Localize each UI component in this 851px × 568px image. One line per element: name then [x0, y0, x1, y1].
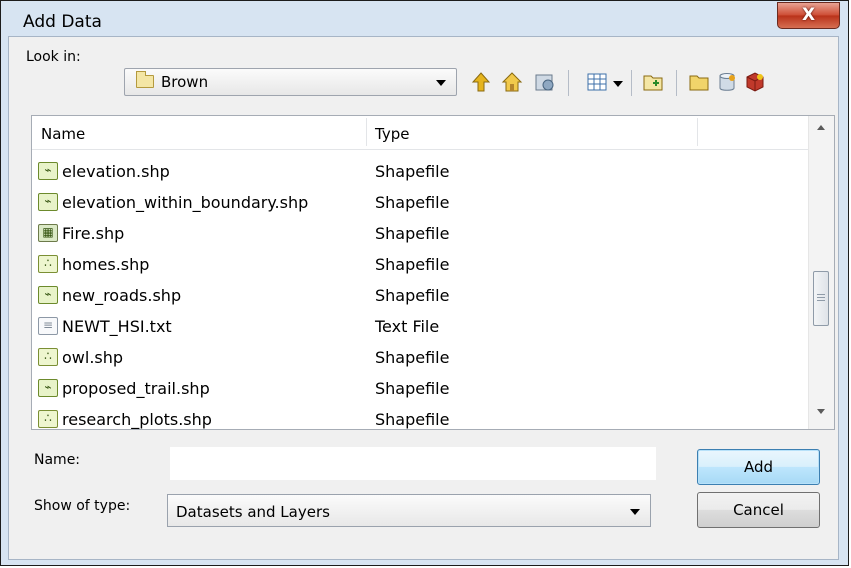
column-header-type[interactable]: Type	[375, 125, 409, 143]
text-file-icon: ≡	[38, 317, 58, 335]
file-name: elevation.shp	[62, 162, 170, 181]
close-button[interactable]: X	[777, 2, 840, 29]
scroll-down-icon[interactable]	[817, 409, 825, 414]
close-icon: X	[801, 5, 816, 25]
scroll-up-icon[interactable]	[817, 125, 825, 130]
file-name: elevation_within_boundary.shp	[62, 193, 309, 212]
file-type: Text File	[375, 317, 440, 336]
toolbar-divider	[676, 70, 677, 96]
name-label: Name:	[34, 452, 81, 468]
file-type: Shapefile	[375, 286, 450, 305]
new-personal-gdb-icon[interactable]	[743, 70, 767, 94]
list-item[interactable]: ∴ owl.shp Shapefile	[38, 345, 558, 373]
dialog-title: Add Data	[23, 12, 102, 32]
toolbar-divider	[631, 70, 632, 96]
point-shapefile-icon: ∴	[38, 348, 58, 366]
polyline-shapefile-icon: ⌁	[38, 193, 58, 211]
show-of-type-dropdown[interactable]: Datasets and Layers	[167, 494, 651, 527]
add-button[interactable]: Add	[697, 449, 820, 485]
look-in-label: Look in:	[26, 49, 81, 65]
grip-line	[817, 294, 825, 295]
column-header-name[interactable]: Name	[41, 125, 85, 143]
list-item[interactable]: ≡ NEWT_HSI.txt Text File	[38, 314, 558, 342]
list-header: Name Type	[32, 116, 808, 150]
polygon-shapefile-icon: ▦	[38, 224, 58, 242]
chevron-down-icon[interactable]	[436, 80, 446, 86]
cancel-button[interactable]: Cancel	[697, 492, 820, 528]
polyline-shapefile-icon: ⌁	[38, 379, 58, 397]
file-type: Shapefile	[375, 162, 450, 181]
folder-icon	[136, 71, 154, 88]
scroll-thumb[interactable]	[813, 271, 829, 326]
column-divider[interactable]	[697, 118, 698, 146]
look-in-dropdown[interactable]: Brown	[124, 68, 457, 96]
list-item[interactable]: ⌁ elevation_within_boundary.shp Shapefil…	[38, 190, 558, 218]
polyline-shapefile-icon: ⌁	[38, 286, 58, 304]
list-item[interactable]: ⌁ new_roads.shp Shapefile	[38, 283, 558, 311]
title-bar[interactable]: Add Data X	[1, 1, 848, 37]
new-folder-icon[interactable]	[687, 70, 711, 94]
list-item[interactable]: ▦ Fire.shp Shapefile	[38, 221, 558, 249]
file-name: homes.shp	[62, 255, 150, 274]
look-in-value: Brown	[161, 73, 209, 91]
go-home-icon[interactable]	[500, 70, 524, 94]
file-type: Shapefile	[375, 255, 450, 274]
point-shapefile-icon: ∴	[38, 255, 58, 273]
file-name: Fire.shp	[62, 224, 125, 243]
vertical-scrollbar[interactable]	[808, 116, 834, 429]
polyline-shapefile-icon: ⌁	[38, 162, 58, 180]
column-divider[interactable]	[366, 118, 367, 146]
file-type: Shapefile	[375, 410, 450, 429]
file-name: new_roads.shp	[62, 286, 182, 305]
file-type: Shapefile	[375, 348, 450, 367]
file-type: Shapefile	[375, 224, 450, 243]
file-name: proposed_trail.shp	[62, 379, 210, 398]
new-file-gdb-icon[interactable]	[715, 70, 739, 94]
toolbar-divider	[568, 70, 569, 96]
file-list[interactable]: Name Type ⌁ elevation.shp Shapefile ⌁ el…	[31, 115, 835, 430]
show-of-type-value: Datasets and Layers	[176, 503, 330, 521]
name-input[interactable]	[170, 447, 656, 480]
point-shapefile-icon: ∴	[38, 410, 58, 428]
list-item[interactable]: ∴ homes.shp Shapefile	[38, 252, 558, 280]
grip-line	[817, 300, 825, 301]
show-of-type-label: Show of type:	[34, 498, 131, 514]
toggle-contents-icon[interactable]	[532, 70, 556, 94]
file-name: owl.shp	[62, 348, 124, 367]
file-name: NEWT_HSI.txt	[62, 317, 172, 336]
list-item[interactable]: ∴ research_plots.shp Shapefile	[38, 407, 558, 429]
grip-line	[817, 297, 825, 298]
view-dropdown-arrow[interactable]	[613, 81, 623, 87]
list-item[interactable]: ⌁ elevation.shp Shapefile	[38, 159, 558, 187]
chevron-down-icon[interactable]	[630, 509, 640, 515]
list-item[interactable]: ⌁ proposed_trail.shp Shapefile	[38, 376, 558, 404]
file-type: Shapefile	[375, 379, 450, 398]
up-one-level-icon[interactable]	[469, 70, 493, 94]
view-menu-icon[interactable]	[585, 70, 609, 94]
file-name: research_plots.shp	[62, 410, 212, 429]
file-type: Shapefile	[375, 193, 450, 212]
connect-to-folder-icon[interactable]	[641, 70, 665, 94]
